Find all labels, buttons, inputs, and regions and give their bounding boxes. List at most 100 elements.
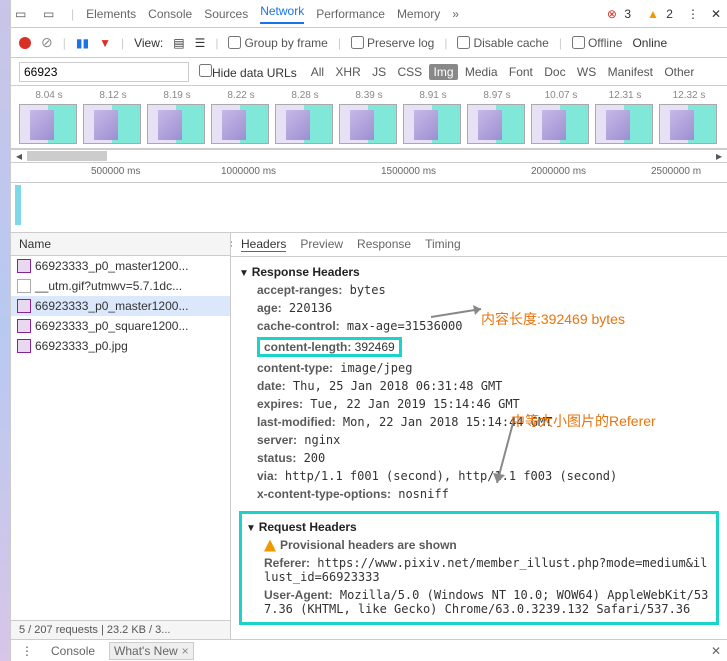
tab-timing[interactable]: Timing xyxy=(425,237,461,252)
doc-icon xyxy=(17,279,31,293)
list-item[interactable]: 66923333_p0_master1200... xyxy=(11,256,230,276)
frame[interactable]: 8.28 s xyxy=(275,90,335,144)
request-list: Name 66923333_p0_master1200... __utm.gif… xyxy=(11,233,231,639)
type-xhr[interactable]: XHR xyxy=(331,64,364,80)
type-manifest[interactable]: Manifest xyxy=(604,64,657,80)
online-select[interactable]: Online xyxy=(632,36,667,50)
inspect-icon[interactable]: ▭ xyxy=(15,7,31,21)
drawer: Console What's New× ✕ xyxy=(11,639,727,661)
type-img[interactable]: Img xyxy=(429,64,457,80)
drawer-tab-whatsnew[interactable]: What's New× xyxy=(109,642,194,660)
provisional-warning: Provisional headers are shown xyxy=(246,536,712,554)
type-media[interactable]: Media xyxy=(461,64,502,80)
filmstrip-scrollbar[interactable]: ◂ ▸ xyxy=(11,149,727,163)
type-font[interactable]: Font xyxy=(505,64,537,80)
tab-headers[interactable]: Headers xyxy=(241,237,286,252)
scroll-right-icon[interactable]: ▸ xyxy=(711,149,727,163)
header-row: Referer: https://www.pixiv.net/member_il… xyxy=(246,554,712,586)
header-row: x-content-type-options: nosniff xyxy=(239,485,719,503)
image-icon xyxy=(17,259,31,273)
frame[interactable]: 8.04 s xyxy=(19,90,79,144)
image-icon xyxy=(17,339,31,353)
timeline-overview[interactable] xyxy=(11,183,727,233)
header-row: content-length: 392469 xyxy=(239,335,719,359)
tab-overflow[interactable]: » xyxy=(452,7,459,21)
network-toolbar: ⊘ | ▮▮ ▼ | View: ▤ ☰ | Group by frame | … xyxy=(11,28,727,58)
type-doc[interactable]: Doc xyxy=(540,64,569,80)
tab-preview[interactable]: Preview xyxy=(300,237,343,252)
view-label: View: xyxy=(134,36,163,50)
frame[interactable]: 8.22 s xyxy=(211,90,271,144)
error-count[interactable]: ⊗ 3 xyxy=(603,7,635,21)
screenshot-icon[interactable]: ▮▮ xyxy=(76,36,89,50)
frame[interactable]: 8.12 s xyxy=(83,90,143,144)
tab-sources[interactable]: Sources xyxy=(204,7,248,21)
tab-memory[interactable]: Memory xyxy=(397,7,440,21)
tab-console[interactable]: Console xyxy=(148,7,192,21)
kebab-icon[interactable]: ⋮ xyxy=(685,7,701,21)
header-row: User-Agent: Mozilla/5.0 (Windows NT 10.0… xyxy=(246,586,712,618)
type-ws[interactable]: WS xyxy=(573,64,600,80)
name-column-header[interactable]: Name xyxy=(11,233,230,256)
header-row: server: nginx xyxy=(239,431,719,449)
tab-network[interactable]: Network xyxy=(260,4,304,24)
frame[interactable]: 8.97 s xyxy=(467,90,527,144)
tab-elements[interactable]: Elements xyxy=(86,7,136,21)
scroll-left-icon[interactable]: ◂ xyxy=(11,149,27,163)
disable-cache-checkbox[interactable]: Disable cache xyxy=(457,36,548,50)
frame[interactable]: 10.07 s xyxy=(531,90,591,144)
type-all[interactable]: All xyxy=(307,64,328,80)
type-other[interactable]: Other xyxy=(660,64,698,80)
warning-count[interactable]: ▲ 2 xyxy=(643,7,677,21)
filter-row: Hide data URLs All XHR JS CSS Img Media … xyxy=(11,58,727,86)
waterfall-icon[interactable]: ☰ xyxy=(195,36,206,50)
offline-checkbox[interactable]: Offline xyxy=(572,36,622,50)
devtools-tab-bar: ▭ ▭ | Elements Console Sources Network P… xyxy=(11,0,727,28)
status-bar: 5 / 207 requests | 23.2 KB / 3... xyxy=(11,620,230,639)
list-item[interactable]: 66923333_p0_square1200... xyxy=(11,316,230,336)
close-icon[interactable]: ✕ xyxy=(709,7,723,21)
filter-icon[interactable]: ▼ xyxy=(99,36,111,50)
detail-pane: × Headers Preview Response Timing Respon… xyxy=(231,233,727,639)
frame[interactable]: 12.31 s xyxy=(595,90,655,144)
response-headers-title[interactable]: Response Headers xyxy=(239,263,719,281)
tab-performance[interactable]: Performance xyxy=(316,7,385,21)
device-icon[interactable]: ▭ xyxy=(43,7,59,21)
list-item[interactable]: 66923333_p0.jpg xyxy=(11,336,230,356)
tab-response[interactable]: Response xyxy=(357,237,411,252)
header-row: date: Thu, 25 Jan 2018 06:31:48 GMT xyxy=(239,377,719,395)
header-row: age: 220136 xyxy=(239,299,719,317)
detail-tabs: Headers Preview Response Timing xyxy=(231,233,727,257)
group-by-frame-checkbox[interactable]: Group by frame xyxy=(228,36,327,50)
header-row: status: 200 xyxy=(239,449,719,467)
header-row: via: http/1.1 f001 (second), http/1.1 f0… xyxy=(239,467,719,485)
close-detail-icon[interactable]: × xyxy=(231,237,236,251)
drawer-close-icon[interactable]: ✕ xyxy=(711,644,721,658)
image-icon xyxy=(17,319,31,333)
timeline-ruler: 500000 ms 1000000 ms 1500000 ms 2000000 … xyxy=(11,163,727,183)
frame[interactable]: 8.39 s xyxy=(339,90,399,144)
frame[interactable]: 8.19 s xyxy=(147,90,207,144)
browser-left-strip xyxy=(0,0,11,661)
film-strip: 8.04 s 8.12 s 8.19 s 8.22 s 8.28 s 8.39 … xyxy=(11,86,727,149)
drawer-menu-icon[interactable] xyxy=(17,644,37,658)
hide-data-urls-checkbox[interactable]: Hide data URLs xyxy=(199,64,297,80)
list-item[interactable]: 66923333_p0_master1200... xyxy=(11,296,230,316)
request-headers-title[interactable]: Request Headers xyxy=(246,518,712,536)
list-item[interactable]: __utm.gif?utmwv=5.7.1dc... xyxy=(11,276,230,296)
warning-icon xyxy=(264,540,276,552)
header-row: content-type: image/jpeg xyxy=(239,359,719,377)
type-css[interactable]: CSS xyxy=(393,64,426,80)
header-row: expires: Tue, 22 Jan 2019 15:14:46 GMT xyxy=(239,395,719,413)
large-rows-icon[interactable]: ▤ xyxy=(173,36,184,50)
type-js[interactable]: JS xyxy=(368,64,390,80)
type-filters: All XHR JS CSS Img Media Font Doc WS Man… xyxy=(307,65,699,79)
frame[interactable]: 8.91 s xyxy=(403,90,463,144)
clear-button[interactable]: ⊘ xyxy=(41,34,53,51)
filter-input[interactable] xyxy=(19,62,189,82)
preserve-log-checkbox[interactable]: Preserve log xyxy=(351,36,434,50)
drawer-tab-console[interactable]: Console xyxy=(47,643,99,659)
frame[interactable]: 12.32 s xyxy=(659,90,719,144)
close-tab-icon[interactable]: × xyxy=(182,644,189,658)
record-button[interactable] xyxy=(19,37,31,49)
